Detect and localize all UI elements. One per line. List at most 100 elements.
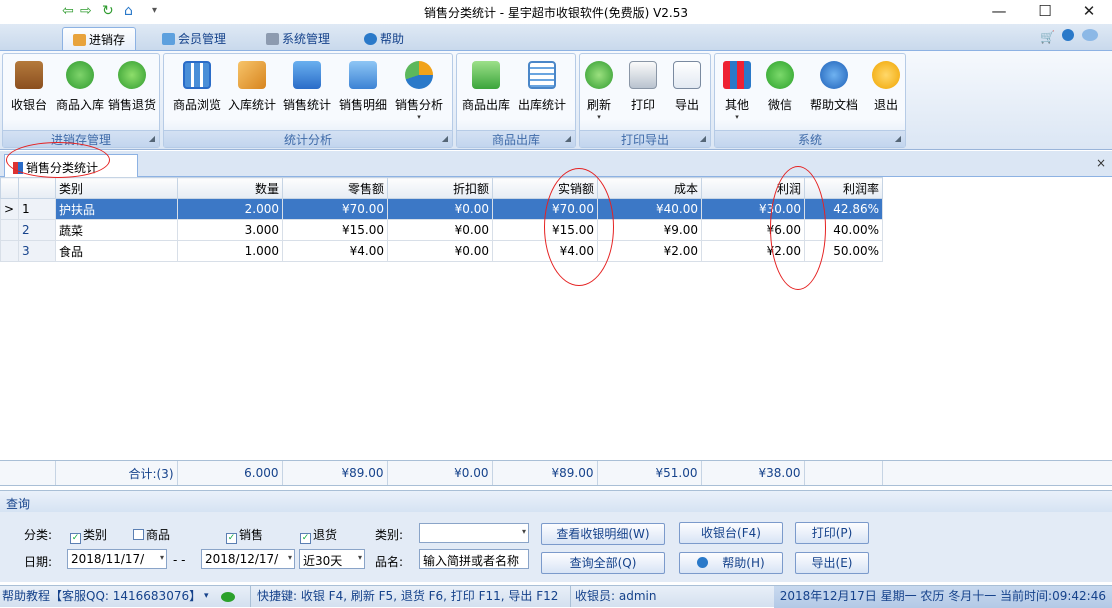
type-label: 类别: [375, 528, 404, 542]
stock-out-button[interactable]: 商品出库 [461, 61, 511, 113]
sales-checkbox[interactable]: ✓ 销售 [226, 526, 263, 544]
dialog-launcher-icon[interactable]: ◢ [149, 134, 155, 143]
cell-cost[interactable]: ¥2.00 [597, 240, 702, 262]
dialog-launcher-icon[interactable]: ◢ [565, 134, 571, 143]
cell-quantity[interactable]: 3.000 [177, 219, 283, 241]
date-from-picker[interactable]: 2018/11/17/▾ [67, 549, 167, 569]
exit-button[interactable]: 退出 [861, 61, 911, 113]
cell-discount[interactable]: ¥0.00 [387, 219, 493, 241]
group-print-export: 刷新 ▾ 打印 导出 打印导出 ◢ [579, 53, 711, 148]
cell-category[interactable]: 护扶品 [55, 198, 178, 220]
sales-return-button[interactable]: 销售退货 [107, 61, 157, 113]
group-label: 打印导出 ◢ [580, 130, 710, 147]
sales-detail-icon [349, 61, 377, 89]
view-cashier-detail-button[interactable]: 查看收银明细(W) [541, 523, 665, 545]
name-label: 品名: [375, 555, 404, 569]
sales-detail-button[interactable]: 销售明细 [338, 61, 388, 113]
cell-category[interactable]: 蔬菜 [55, 219, 178, 241]
chevron-down-icon: ▾ [357, 553, 362, 562]
column-header[interactable]: 数量 [177, 177, 283, 199]
query-all-button[interactable]: 查询全部(Q) [541, 552, 665, 574]
skin-icon[interactable] [1082, 29, 1098, 41]
cart-icon[interactable]: 🛒 [1040, 30, 1055, 44]
type-select[interactable]: ▾ [419, 523, 529, 543]
help-icon [820, 61, 848, 89]
tab-help[interactable]: 帮助 [354, 27, 414, 50]
group-label: 系统 ◢ [715, 130, 905, 147]
ribbon: 收银台 商品入库 销售退货 进销存管理 ◢ 商品浏览 入库统计 销售统计 销售明细… [0, 50, 1112, 150]
cell-discount[interactable]: ¥0.00 [387, 198, 493, 220]
category-checkbox[interactable]: ✓ 类别 [70, 526, 107, 544]
checkbox-checked-icon: ✓ [70, 533, 81, 544]
query-panel-header[interactable]: 查询 [0, 490, 1112, 512]
print-p-button[interactable]: 打印(P) [795, 522, 869, 544]
table-row[interactable]: 2 蔬菜 3.000 ¥15.00 ¥0.00 ¥15.00 ¥9.00 ¥6.… [0, 219, 883, 241]
totals-row: 合计:(3) 6.000 ¥89.00 ¥0.00 ¥89.00 ¥51.00 … [0, 461, 883, 485]
table-row[interactable]: 3 食品 1.000 ¥4.00 ¥0.00 ¥4.00 ¥2.00 ¥2.00… [0, 240, 883, 262]
product-checkbox[interactable]: 商品 [133, 526, 170, 543]
cell-quantity[interactable]: 2.000 [177, 198, 283, 220]
name-search-input[interactable]: 输入简拼或者名称 [419, 549, 529, 569]
date-to-picker[interactable]: 2018/12/17/▾ [201, 549, 295, 569]
tab-system[interactable]: 系统管理 [256, 27, 340, 50]
date-label: 日期: [24, 555, 53, 569]
cell-retail[interactable]: ¥15.00 [282, 219, 388, 241]
close-button[interactable]: ✕ [1066, 0, 1112, 24]
customize-quick-access-icon[interactable]: ▾ [152, 3, 157, 19]
dropdown-arrow-icon: ▾ [417, 113, 421, 121]
total-quantity: 6.000 [177, 461, 283, 485]
tab-members[interactable]: 会员管理 [152, 27, 236, 50]
back-icon[interactable]: ⇦ [62, 3, 74, 19]
status-bar: 帮助教程【客服QQ: 1416683076】 ▾ 快捷键: 收银 F4, 刷新 … [0, 585, 1112, 608]
home-icon[interactable]: ⌂ [124, 3, 133, 19]
export-e-button[interactable]: 导出(E) [795, 552, 869, 574]
chevron-down-icon: ▾ [159, 553, 164, 562]
cell-category[interactable]: 食品 [55, 240, 178, 262]
help-h-button[interactable]: 帮助(H) [679, 552, 783, 574]
sales-stats-button[interactable]: 销售统计 [282, 61, 332, 113]
return-checkbox[interactable]: ✓ 退货 [300, 526, 337, 544]
sales-stats-icon [293, 61, 321, 89]
dialog-launcher-icon[interactable]: ◢ [442, 134, 448, 143]
product-browse-button[interactable]: 商品浏览 [172, 61, 222, 113]
minimize-button[interactable]: — [976, 0, 1022, 24]
cell-retail[interactable]: ¥4.00 [282, 240, 388, 262]
wechat-button[interactable]: 微信 [755, 61, 805, 113]
column-header[interactable]: 类别 [55, 177, 178, 199]
dropdown-arrow-icon: ▾ [597, 113, 601, 121]
help-circle-icon[interactable] [1062, 29, 1074, 41]
close-tab-icon[interactable]: × [1096, 156, 1106, 170]
column-header[interactable]: 零售额 [282, 177, 388, 199]
group-label: 统计分析 ◢ [164, 130, 452, 147]
total-profit: ¥38.00 [701, 461, 805, 485]
stock-in-stats-button[interactable]: 入库统计 [227, 61, 277, 113]
column-header[interactable]: 折扣额 [387, 177, 493, 199]
cell-quantity[interactable]: 1.000 [177, 240, 283, 262]
checkbox-checked-icon: ✓ [300, 533, 311, 544]
dialog-launcher-icon[interactable]: ◢ [700, 134, 706, 143]
dropdown-arrow-icon[interactable]: ▾ [204, 586, 209, 607]
maximize-button[interactable]: ☐ [1022, 0, 1068, 24]
dialog-launcher-icon[interactable]: ◢ [895, 134, 901, 143]
checkbox-checked-icon: ✓ [226, 533, 237, 544]
stock-out-stats-button[interactable]: 出库统计 [517, 61, 567, 113]
shortcut-hints: 快捷键: 收银 F4, 刷新 F5, 退货 F6, 打印 F11, 导出 F12 [250, 586, 558, 607]
refresh-icon[interactable]: ↻ [102, 3, 114, 19]
cashier-f4-button[interactable]: 收银台(F4) [679, 522, 783, 544]
row-index: 1 [18, 198, 56, 220]
forward-icon[interactable]: ⇨ [80, 3, 92, 19]
sales-analysis-button[interactable]: 销售分析 ▾ [394, 61, 444, 121]
group-stock-out: 商品出库 出库统计 商品出库 ◢ [456, 53, 576, 148]
cell-discount[interactable]: ¥0.00 [387, 240, 493, 262]
window-title: 销售分类统计 - 星宇超市收银软件(免费版) V2.53 [423, 6, 689, 20]
help-tutorial-link[interactable]: 帮助教程【客服QQ: 1416683076】 [2, 586, 201, 607]
total-discount: ¥0.00 [387, 461, 493, 485]
wechat-icon[interactable] [221, 592, 235, 602]
annotation-ellipse [544, 168, 614, 286]
refresh-icon [585, 61, 613, 89]
column-header[interactable]: 成本 [597, 177, 702, 199]
table-row[interactable]: > 1 护扶品 2.000 ¥70.00 ¥0.00 ¥70.00 ¥40.00… [0, 198, 883, 220]
range-select[interactable]: 近30天 ▾ [299, 549, 365, 569]
tab-inventory[interactable]: 进销存 [62, 27, 137, 50]
cell-retail[interactable]: ¥70.00 [282, 198, 388, 220]
